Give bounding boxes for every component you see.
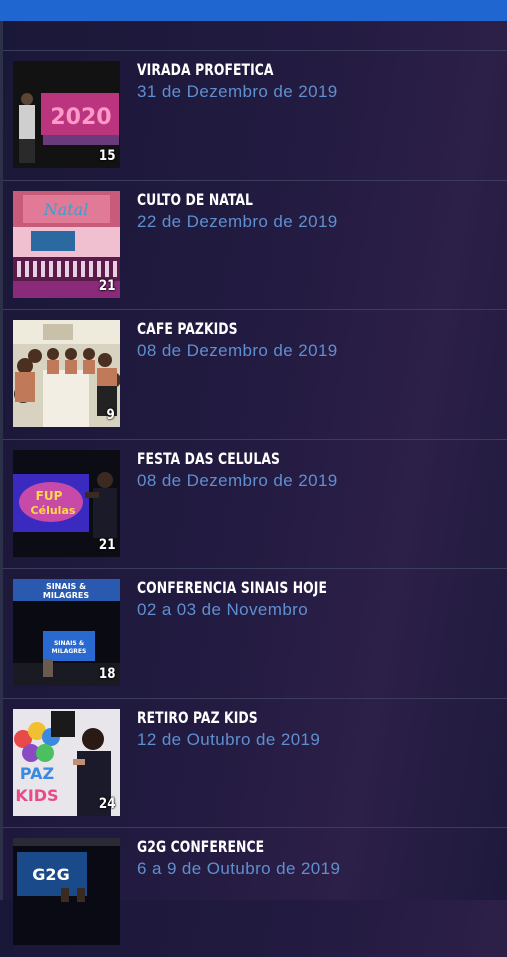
event-thumbnail: G2G [13, 838, 120, 945]
event-date: 12 de Outubro de 2019 [137, 729, 321, 749]
event-thumbnail: PAZ KIDS 24 [13, 708, 120, 816]
svg-text:FUP: FUP [36, 489, 63, 503]
photo-count: 21 [98, 277, 115, 294]
event-list: 2020 15 VIRADA PROFETICA 31 de Dezembro … [3, 50, 507, 957]
photo-count: 24 [98, 795, 115, 812]
event-date: 08 de Dezembro de 2019 [137, 341, 338, 360]
event-title: CULTO DE NATAL [137, 189, 253, 209]
svg-text:SINAIS &: SINAIS & [46, 582, 86, 591]
event-row-conferencia-sinais-hoje[interactable]: SINAIS & MILAGRES SINAIS & MILAGRES 18 C… [3, 568, 507, 698]
event-thumbnail: Natal 21 [13, 190, 120, 298]
svg-text:Natal: Natal [43, 200, 89, 219]
svg-text:2020: 2020 [50, 105, 111, 130]
svg-text:SINAIS &: SINAIS & [54, 640, 84, 647]
event-title: CAFE PAZKIDS [137, 319, 238, 338]
photo-count: 18 [98, 666, 115, 682]
photo-count: 9 [106, 407, 115, 423]
event-title: FESTA DAS CELULAS [137, 448, 281, 468]
event-row-retiro-paz-kids[interactable]: PAZ KIDS 24 RETIRO PAZ KIDS 12 de Outubr… [3, 697, 507, 828]
event-row-g2g-conference[interactable]: G2G G2G CONFERENCE 6 a 9 de Outubro de 2… [3, 827, 507, 957]
event-date: 31 de Dezembro de 2019 [137, 82, 338, 101]
svg-text:G2G: G2G [32, 865, 69, 884]
event-title: VIRADA PROFETICA [137, 60, 274, 79]
event-thumbnail: 2020 15 [13, 61, 120, 168]
event-thumbnail: 9 [13, 320, 120, 427]
svg-text:KIDS: KIDS [15, 786, 58, 805]
event-date: 22 de Dezembro de 2019 [137, 211, 338, 231]
event-title: CONFERENCIA SINAIS HOJE [137, 578, 328, 597]
event-date: 6 a 9 de Outubro de 2019 [137, 859, 341, 878]
event-thumbnail: SINAIS & MILAGRES SINAIS & MILAGRES 18 [13, 579, 120, 686]
event-title: G2G CONFERENCE [137, 837, 265, 856]
event-row-festa-das-celulas[interactable]: FUP Células 21 FESTA DAS CELULAS 08 de D… [3, 438, 507, 569]
event-row-virada-profetica[interactable]: 2020 15 VIRADA PROFETICA 31 de Dezembro … [3, 50, 507, 180]
photo-count: 15 [98, 148, 115, 164]
event-date: 02 a 03 de Novembro [137, 600, 309, 619]
event-date: 08 de Dezembro de 2019 [137, 470, 338, 490]
event-thumbnail: FUP Células 21 [13, 449, 120, 557]
svg-text:PAZ: PAZ [20, 764, 54, 783]
top-header-bar [0, 0, 507, 21]
event-row-culto-de-natal[interactable]: Natal 21 CULTO DE NATAL 22 de Dezembro d… [3, 179, 507, 310]
event-row-cafe-pazkids[interactable]: 9 CAFE PAZKIDS 08 de Dezembro de 2019 [3, 309, 507, 439]
svg-text:Células: Células [31, 504, 76, 517]
event-title: RETIRO PAZ KIDS [137, 707, 258, 727]
photo-count: 21 [98, 536, 115, 553]
svg-text:MILAGRES: MILAGRES [52, 648, 87, 655]
svg-text:MILAGRES: MILAGRES [43, 591, 89, 600]
